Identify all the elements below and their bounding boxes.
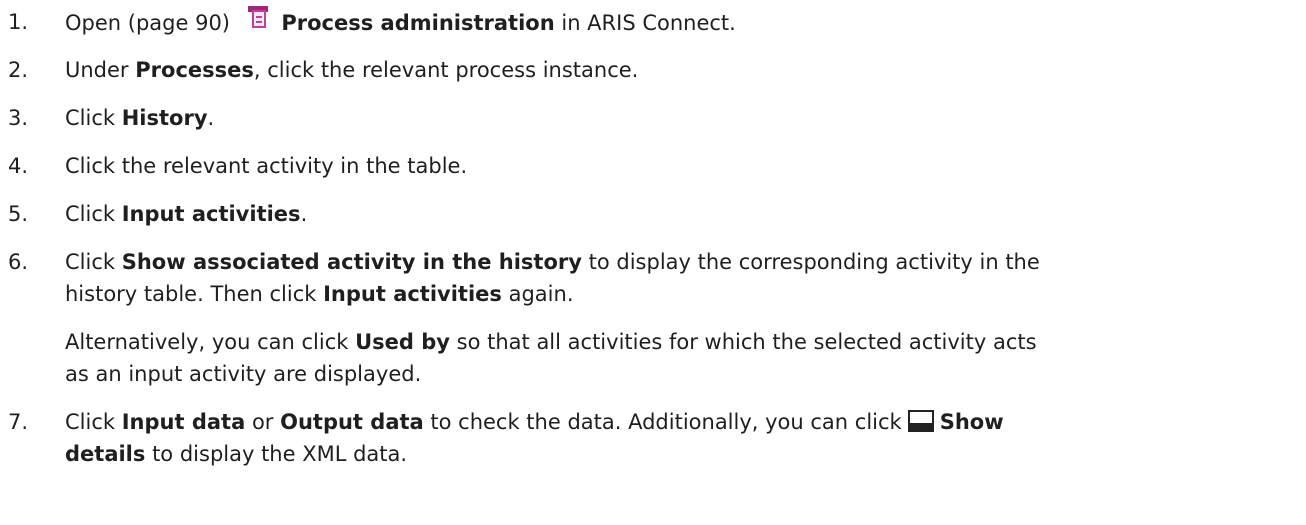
page-90-link[interactable]: Open (page 90) bbox=[65, 11, 230, 35]
step-bold-term-3: Show bbox=[939, 410, 1004, 434]
step-text-line2-pre: history table. Then click bbox=[65, 282, 317, 306]
step-number: 1. bbox=[8, 10, 29, 34]
step-number: 7. bbox=[8, 410, 29, 434]
step-text-line2-rest: to display the XML data. bbox=[152, 442, 408, 466]
step-text: Click History. bbox=[65, 102, 1300, 134]
step-bold-term-2: Output data bbox=[280, 410, 424, 434]
step-text-line-1: Click Input data or Output data to check… bbox=[65, 406, 1300, 438]
step-bold-term: Show associated activity in the history bbox=[121, 250, 582, 274]
step-bold-term: Process administration bbox=[281, 11, 555, 35]
note-pre: Alternatively, you can click bbox=[65, 330, 349, 354]
step-bold-term: Processes bbox=[135, 58, 254, 82]
step-text-line2-rest: again. bbox=[508, 282, 574, 306]
step-text-mid: or bbox=[251, 410, 274, 434]
step-text-rest: , click the relevant process instance. bbox=[253, 58, 639, 82]
step-text-line-2: details to display the XML data. bbox=[65, 438, 1300, 470]
step-text: Open (page 90) Process administration in… bbox=[65, 6, 1300, 39]
step-text-pre: Click bbox=[65, 202, 116, 226]
step-bold-term-1: Input data bbox=[121, 410, 246, 434]
step-number: 6. bbox=[8, 250, 29, 274]
step-text-pre: Click bbox=[65, 106, 116, 130]
note-rest: so that all activities for which the sel… bbox=[456, 330, 1037, 354]
step-bold-term: History bbox=[121, 106, 208, 130]
step-number: 3. bbox=[8, 106, 29, 130]
step-number: 2. bbox=[8, 58, 29, 82]
show-details-icon bbox=[907, 410, 934, 432]
step-text-rest: to display the corresponding activity in… bbox=[588, 250, 1040, 274]
step-text-rest: in ARIS Connect. bbox=[561, 11, 736, 35]
process-administration-icon bbox=[243, 6, 271, 32]
step-text-pre: Click bbox=[65, 250, 116, 274]
step-text-line-1: Click Show associated activity in the hi… bbox=[65, 246, 1300, 278]
step-text-rest: to check the data. Additionally, you can… bbox=[430, 410, 902, 434]
step-note-line-2: as an input activity are displayed. bbox=[65, 362, 422, 386]
step-text-rest: . bbox=[300, 202, 308, 226]
step-text: Under Processes, click the relevant proc… bbox=[65, 54, 1300, 86]
step-number: 5. bbox=[8, 202, 29, 226]
step-text-line-2: history table. Then click Input activiti… bbox=[65, 278, 1300, 310]
step-number: 4. bbox=[8, 154, 29, 178]
note-bold-term: Used by bbox=[355, 330, 450, 354]
step-text-pre: Under bbox=[65, 58, 129, 82]
step-bold-term-4: details bbox=[65, 442, 146, 466]
step-text-rest: . bbox=[207, 106, 215, 130]
step-text-pre: Click bbox=[65, 410, 116, 434]
step-text: Click Input activities. bbox=[65, 198, 1300, 230]
step-bold-term: Input activities bbox=[121, 202, 301, 226]
step-note-line-1: Alternatively, you can click Used by so … bbox=[65, 326, 1305, 358]
step-text: Click the relevant activity in the table… bbox=[65, 154, 468, 178]
step-bold-term-2: Input activities bbox=[323, 282, 502, 306]
